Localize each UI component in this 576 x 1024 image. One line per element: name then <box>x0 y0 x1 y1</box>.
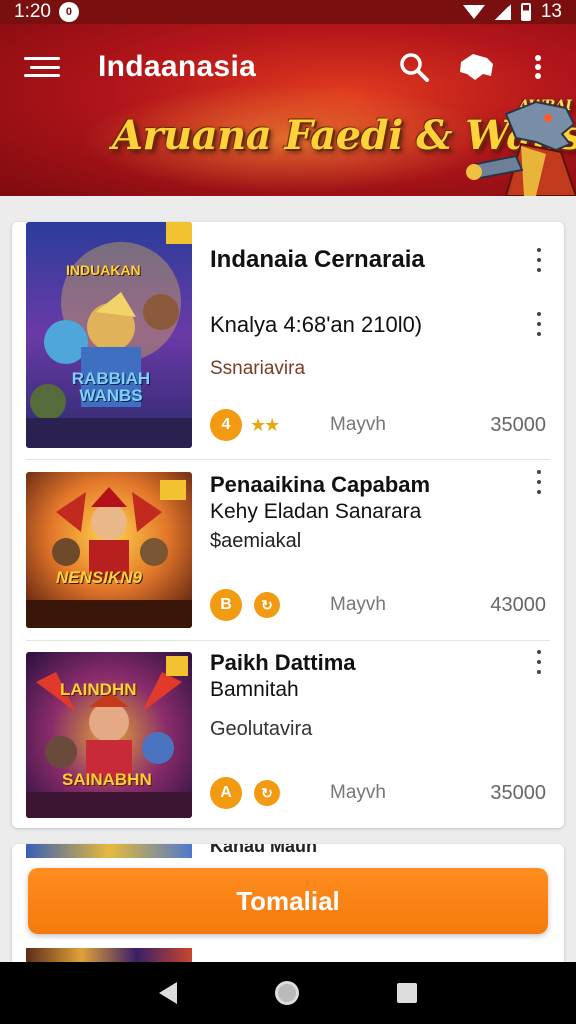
app-bar: Indaanasia Aruana Faedi & Wans! AWRAI <box>0 24 576 196</box>
primary-action-button[interactable]: Tomalial <box>28 868 548 934</box>
refresh-icon: ↻ <box>254 592 280 618</box>
more-vert-icon[interactable] <box>532 312 546 336</box>
item-subtitle: Bamnitah <box>210 678 299 701</box>
back-icon[interactable] <box>159 982 177 1004</box>
notification-icon: 0 <box>58 2 79 22</box>
list-item[interactable]: NENSIKN9 Penaaikina Capabam Kehy Eladan … <box>12 460 564 640</box>
item-label: Mayvh <box>330 594 386 615</box>
item-label: Mayvh <box>330 782 386 803</box>
refresh-icon: ↻ <box>254 780 280 806</box>
battery-icon <box>520 3 531 21</box>
game-thumbnail[interactable]: INDUAKAN RABBIAH WANBS <box>26 222 192 448</box>
robot-mascot-image <box>466 100 576 196</box>
home-icon[interactable] <box>275 981 299 1005</box>
status-number: 13 <box>540 1 562 22</box>
game-thumbnail[interactable]: NENSIKN9 <box>26 472 192 628</box>
status-bar: 1:20 0 13 <box>0 0 576 24</box>
wifi-icon <box>462 5 485 19</box>
item-category: Ssnariavira <box>210 358 306 379</box>
thumbnail-title: LAINDHN <box>60 680 137 699</box>
thumbnail-subtitle: SAINABHN <box>62 770 152 789</box>
more-vert-icon[interactable] <box>518 47 558 87</box>
search-icon[interactable] <box>394 47 434 87</box>
thumbnail-subtitle: RABBIAH WANBS <box>71 369 151 405</box>
thumbnail-title: NENSIKN9 <box>56 568 142 587</box>
menu-icon[interactable] <box>24 53 60 81</box>
list-item[interactable]: LAINDHN SAINABHN Paikh Dattima Bamnitah … <box>12 640 564 828</box>
list-item[interactable]: INDUAKAN RABBIAH WANBS Indanaia Cernarai… <box>12 222 564 460</box>
rating-badge: 4 <box>210 409 242 441</box>
app-title: Indaanasia <box>98 50 257 83</box>
more-vert-icon[interactable] <box>532 650 546 674</box>
item-price: 35000 <box>490 781 546 804</box>
item-price: 35000 <box>490 413 546 436</box>
star-rating-icon: ★★ <box>250 414 280 435</box>
item-subtitle: Knalya 4:68'an 210l0) <box>210 312 423 337</box>
more-vert-icon[interactable] <box>532 248 546 272</box>
status-time: 1:20 <box>14 1 51 22</box>
signal-icon <box>494 4 511 20</box>
game-thumbnail[interactable] <box>26 844 192 858</box>
item-subtitle: Kehy Eladan Sanarara <box>210 500 422 523</box>
recent-apps-icon[interactable] <box>397 983 417 1003</box>
item-title: Paikh Dattima <box>210 650 356 675</box>
game-list-card: INDUAKAN RABBIAH WANBS Indanaia Cernarai… <box>12 222 564 828</box>
item-label: Mayvh <box>330 414 386 435</box>
item-price: 43000 <box>490 593 546 616</box>
rating-badge: B <box>210 589 242 621</box>
system-nav-bar <box>0 962 576 1024</box>
rating-badge: A <box>210 777 242 809</box>
game-controller-icon[interactable] <box>456 47 496 87</box>
game-thumbnail[interactable]: LAINDHN SAINABHN <box>26 652 192 818</box>
thumbnail-title: INDUAKAN <box>66 262 141 278</box>
partial-item-title: Kanau Maun <box>210 844 318 856</box>
item-title: Penaaikina Capabam <box>210 472 431 497</box>
item-category: Geolutavira <box>210 718 313 740</box>
item-title: Indanaia Cernaraia <box>210 246 425 273</box>
more-vert-icon[interactable] <box>532 470 546 494</box>
item-category: $aemiakal <box>210 530 302 552</box>
